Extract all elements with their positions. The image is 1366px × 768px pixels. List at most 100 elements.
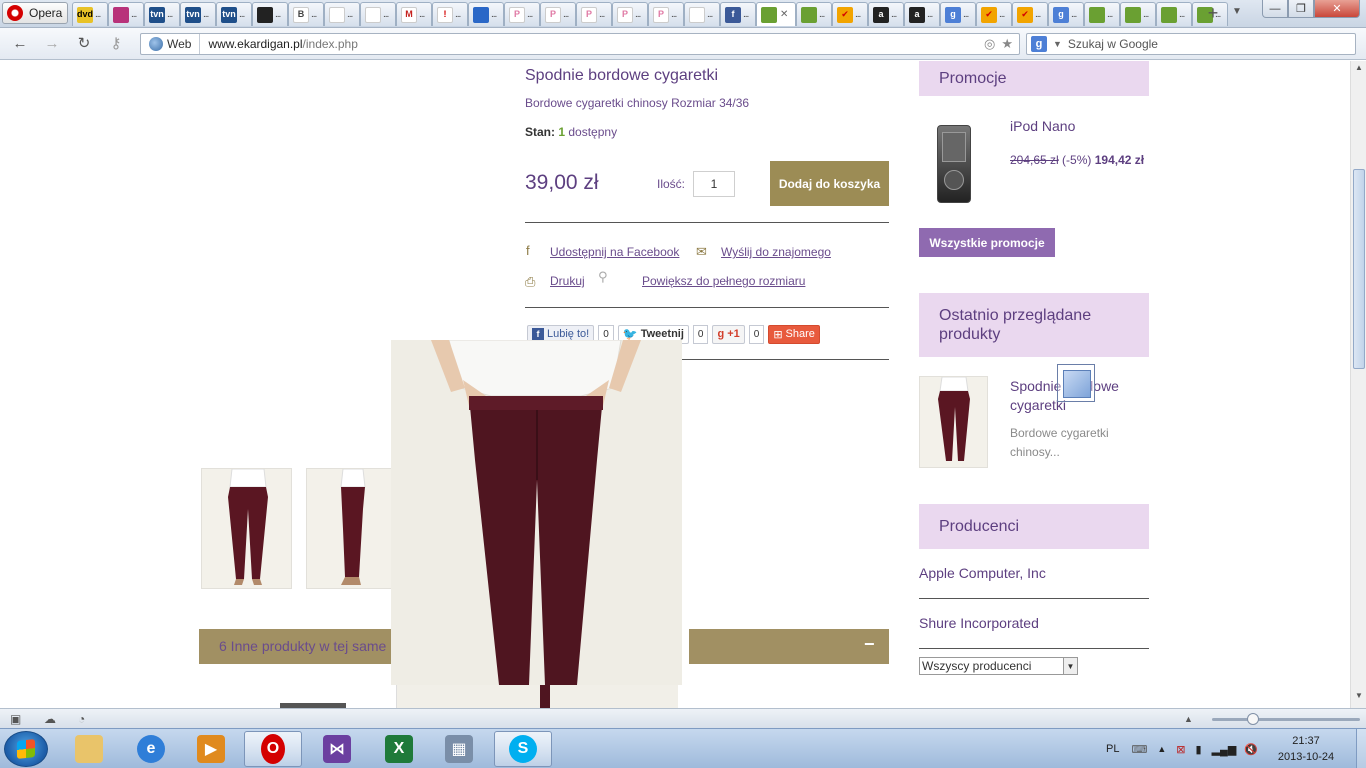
tab-menu-chevron-icon[interactable]: ▼: [1232, 6, 1242, 17]
key-icon[interactable]: ⚷: [106, 35, 126, 53]
search-engine-dropdown-icon[interactable]: ▼: [1053, 39, 1062, 49]
zoom-slider-knob[interactable]: [1247, 713, 1259, 725]
browser-tab[interactable]: ...: [684, 2, 720, 26]
show-desktop-button[interactable]: [1356, 729, 1366, 768]
zoom-slider-track[interactable]: [1212, 718, 1360, 721]
close-window-button[interactable]: ✕: [1314, 0, 1360, 18]
new-tab-plus-icon[interactable]: +: [1204, 4, 1222, 22]
reload-icon[interactable]: ↻: [74, 35, 94, 53]
maximize-button[interactable]: ❐: [1288, 0, 1314, 18]
browser-tab[interactable]: ✔...: [976, 2, 1012, 26]
browser-tab[interactable]: ✔...: [832, 2, 868, 26]
browser-tab[interactable]: tvn...: [180, 2, 216, 26]
signal-bars-icon[interactable]: ▂▄▆: [1212, 743, 1237, 756]
turbo-gauge-icon[interactable]: ◔: [78, 712, 85, 726]
page-scrollbar[interactable]: ▲ ▼: [1350, 61, 1366, 708]
browser-tab[interactable]: g...: [1048, 2, 1084, 26]
volume-muted-icon[interactable]: 🔇: [1244, 743, 1258, 756]
address-bar[interactable]: Web www.ekardigan.pl/index.php ◎ ★: [140, 33, 1020, 55]
taskbar-app-ie[interactable]: e: [122, 731, 180, 767]
scroll-up-arrow-icon[interactable]: ▲: [1351, 63, 1366, 77]
back-arrow-icon[interactable]: ←: [10, 35, 30, 53]
network-error-icon[interactable]: ⊠: [1176, 743, 1185, 756]
share-button[interactable]: ⊞ Share: [768, 324, 820, 344]
browser-tab[interactable]: ✔...: [1012, 2, 1048, 26]
taskbar-app-vs[interactable]: ⋈: [308, 731, 366, 767]
browser-tab[interactable]: ...: [324, 2, 360, 26]
search-field[interactable]: g ▼ Szukaj w Google: [1026, 33, 1356, 55]
taskbar-app-explorer[interactable]: [60, 731, 118, 767]
browser-tab[interactable]: f...: [720, 2, 756, 26]
share-facebook-link[interactable]: Udostępnij na Facebook: [550, 245, 679, 259]
send-to-friend-link[interactable]: Wyślij do znajomego: [721, 245, 831, 259]
browser-tab[interactable]: ...: [1156, 2, 1192, 26]
browser-tab[interactable]: B...: [288, 2, 324, 26]
dropdown-arrow-icon[interactable]: ▼: [1063, 658, 1077, 674]
browser-tab[interactable]: P...: [648, 2, 684, 26]
product-zoom-preview[interactable]: [391, 340, 682, 685]
browser-tab[interactable]: !...: [432, 2, 468, 26]
taskbar-app-media[interactable]: ▶: [182, 731, 240, 767]
product-thumbnail-front[interactable]: [201, 468, 292, 589]
forward-arrow-icon[interactable]: →: [42, 35, 62, 53]
google-icon[interactable]: g: [1031, 36, 1047, 52]
manufacturer-link[interactable]: Shure Incorporated: [919, 615, 1039, 631]
quantity-input[interactable]: [693, 171, 735, 197]
browser-tab[interactable]: P...: [576, 2, 612, 26]
browser-tab[interactable]: P...: [612, 2, 648, 26]
browser-tab[interactable]: a...: [904, 2, 940, 26]
rss-icon[interactable]: ◎: [984, 36, 995, 52]
browser-tab[interactable]: ...: [1084, 2, 1120, 26]
manufacturer-link[interactable]: Apple Computer, Inc: [919, 565, 1046, 581]
zoom-full-size-link[interactable]: Powiększ do pełnego rozmiaru: [642, 274, 805, 288]
browser-tab[interactable]: ...: [252, 2, 288, 26]
start-button[interactable]: [4, 731, 48, 767]
browser-tab[interactable]: ...: [468, 2, 504, 26]
site-info-badge[interactable]: Web: [141, 34, 201, 54]
browser-tab[interactable]: ...: [796, 2, 832, 26]
promo-product-name[interactable]: iPod Nano: [1010, 118, 1075, 134]
print-link[interactable]: Drukuj: [550, 274, 585, 288]
taskbar-app-calc[interactable]: ▦: [430, 731, 488, 767]
product-thumbnail-side[interactable]: [306, 468, 398, 589]
keyboard-icon[interactable]: ⌨: [1131, 743, 1147, 756]
opera-menu-button[interactable]: Opera: [2, 2, 68, 24]
scroll-down-arrow-icon[interactable]: ▼: [1351, 691, 1366, 705]
browser-tab-active[interactable]: ✕: [756, 2, 796, 26]
browser-tab[interactable]: P...: [540, 2, 576, 26]
promo-price-line: 204,65 zł (-5%) 194,42 zł: [1010, 153, 1144, 167]
browser-tab[interactable]: g...: [940, 2, 976, 26]
manufacturers-select[interactable]: Wszyscy producenci ▼: [919, 657, 1078, 675]
tab-close-icon[interactable]: ✕: [780, 9, 788, 20]
panel-toggle-icon[interactable]: ▣: [10, 712, 21, 726]
all-promotions-button[interactable]: Wszystkie promocje: [919, 228, 1055, 257]
collapse-minus-icon[interactable]: −: [864, 634, 875, 655]
bookmark-star-icon[interactable]: ★: [1001, 36, 1013, 52]
recent-product-thumbnail[interactable]: [919, 376, 988, 468]
browser-tab[interactable]: a...: [868, 2, 904, 26]
browser-tab[interactable]: ...: [1120, 2, 1156, 26]
taskbar-app-excel[interactable]: X: [370, 731, 428, 767]
tray-expand-arrow-icon[interactable]: ▲: [1157, 744, 1166, 754]
browser-tab[interactable]: dvd...: [72, 2, 108, 26]
browser-tab[interactable]: tvn...: [216, 2, 252, 26]
battery-icon[interactable]: ▮: [1196, 743, 1202, 756]
google-plus-button[interactable]: g +1: [712, 324, 745, 344]
zoom-menu-arrow-icon[interactable]: ▲: [1184, 714, 1193, 724]
tab-favicon-icon: P: [617, 6, 633, 23]
language-indicator[interactable]: PL: [1106, 743, 1119, 755]
ipod-nano-image[interactable]: [937, 125, 971, 203]
taskbar-app-skype[interactable]: S: [494, 731, 552, 767]
minimize-button[interactable]: —: [1262, 0, 1288, 18]
system-clock[interactable]: 21:37 2013-10-24: [1276, 733, 1336, 765]
browser-tab[interactable]: ...: [108, 2, 144, 26]
browser-tab[interactable]: ...: [360, 2, 396, 26]
browser-tab[interactable]: tvn...: [144, 2, 180, 26]
add-to-cart-button[interactable]: Dodaj do koszyka: [770, 161, 889, 206]
scrollbar-thumb[interactable]: [1353, 169, 1365, 369]
taskbar-app-opera[interactable]: O: [244, 731, 302, 767]
browser-tab[interactable]: M...: [396, 2, 432, 26]
browser-tab[interactable]: P...: [504, 2, 540, 26]
opera-unite-cloud-icon[interactable]: ☁: [44, 712, 56, 726]
other-products-bar-end[interactable]: [689, 629, 889, 664]
